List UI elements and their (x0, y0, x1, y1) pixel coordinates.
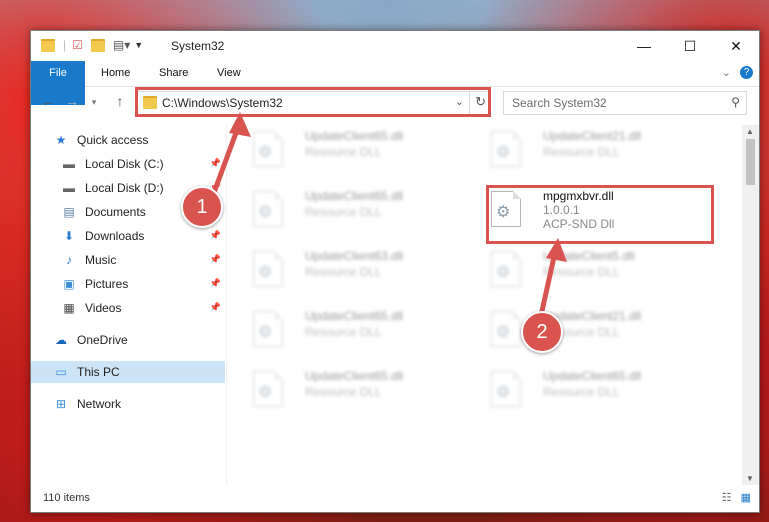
step-1-badge: 1 (181, 186, 223, 228)
arrow-1 (209, 112, 251, 201)
annotation-arrows (209, 112, 567, 323)
step-2-badge: 2 (521, 311, 563, 353)
arrow-2 (537, 238, 567, 323)
